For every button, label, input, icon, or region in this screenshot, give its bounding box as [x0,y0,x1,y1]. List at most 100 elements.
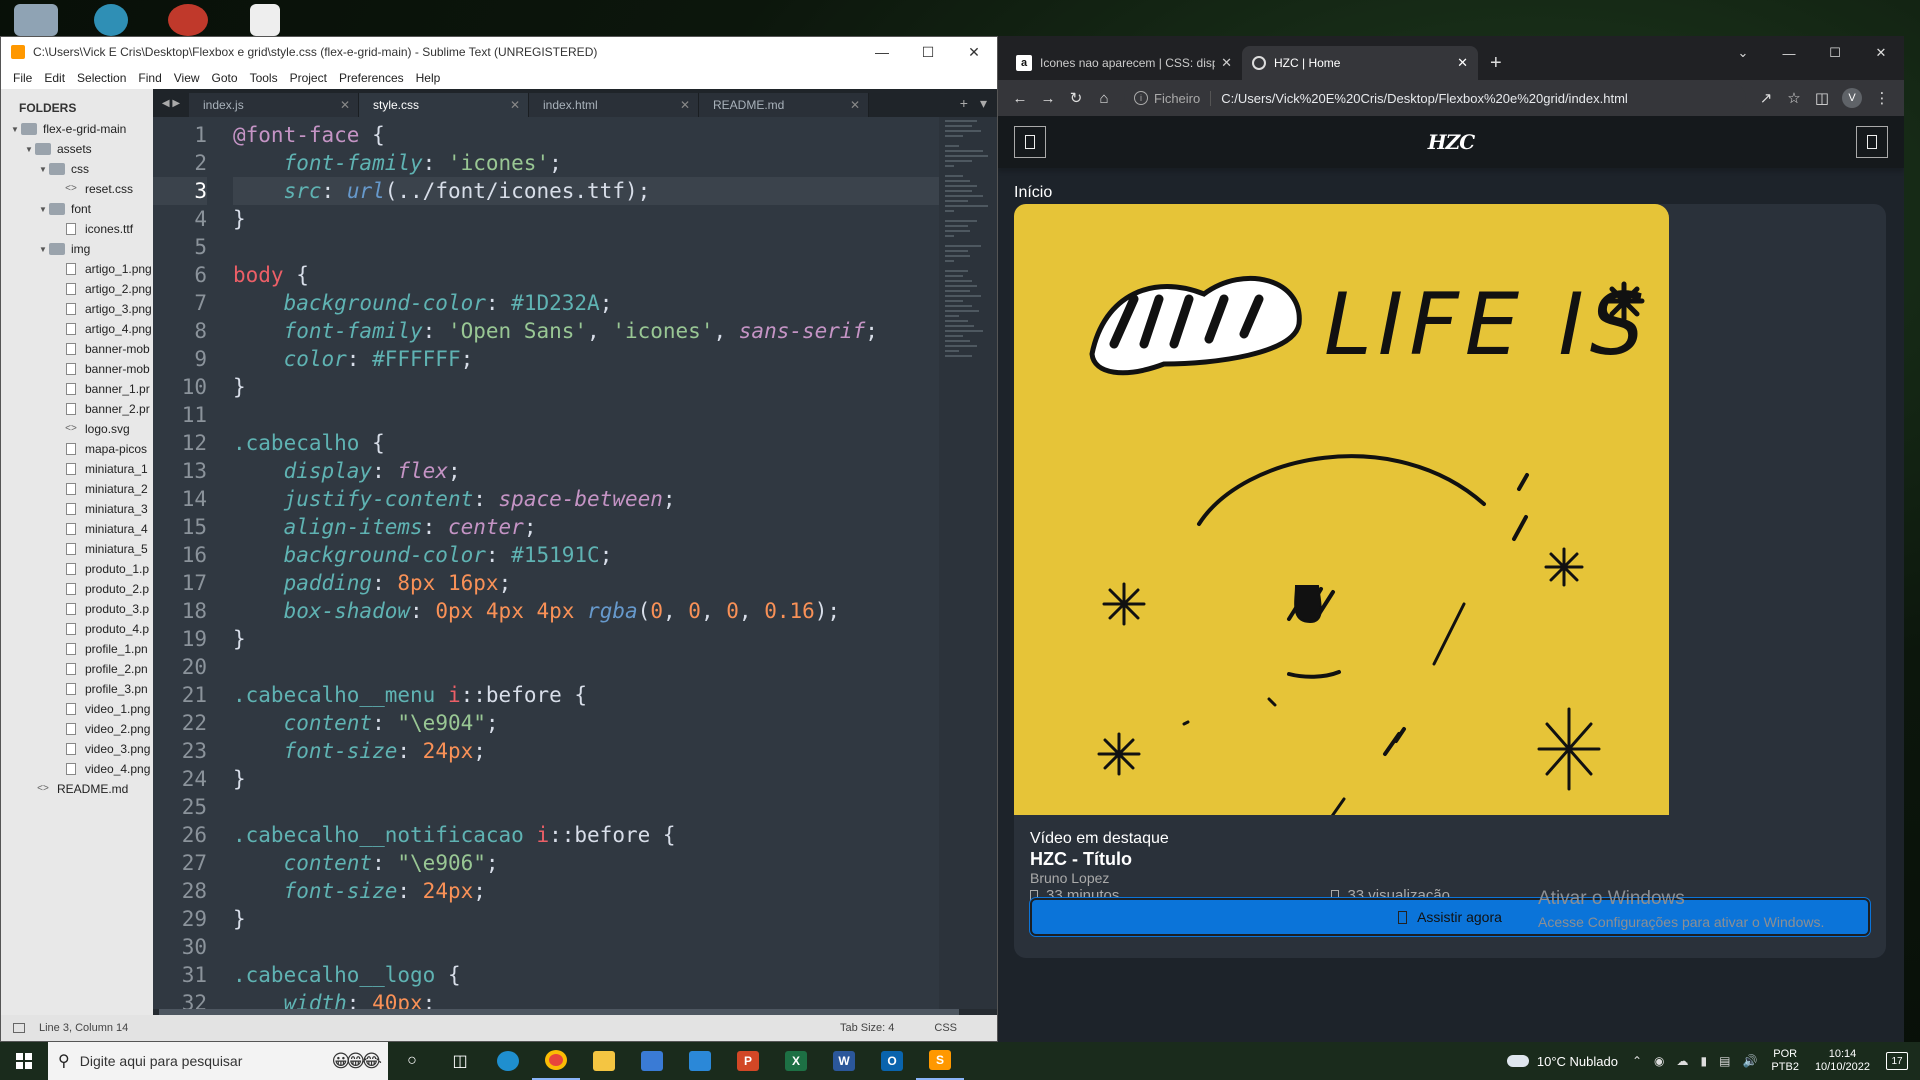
code-line[interactable]: justify-content: space-between; [233,485,939,513]
tab-close-icon[interactable]: ✕ [1457,55,1468,71]
tree-file[interactable]: <> README.md [1,779,153,799]
code-line[interactable]: .cabecalho__notificacao i::before { [233,821,939,849]
chrome-taskbar-icon[interactable] [532,1042,580,1080]
tree-folder[interactable]: ▼ css [1,159,153,179]
close-button[interactable]: ✕ [1858,36,1904,70]
weather-text[interactable]: 10°C Nublado [1537,1054,1618,1069]
tab-index-html[interactable]: index.html ✕ [529,93,699,117]
tree-file[interactable]: miniatura_1 [1,459,153,479]
tree-file[interactable]: produto_4.p [1,619,153,639]
store-icon[interactable] [628,1042,676,1080]
code-line[interactable]: align-items: center; [233,513,939,541]
menu-tools[interactable]: Tools [244,71,284,85]
code-line[interactable]: body { [233,261,939,289]
new-tab-plus-icon[interactable]: + [960,95,968,111]
code-line[interactable] [233,233,939,261]
code-line[interactable]: font-family: 'Open Sans', 'icones', sans… [233,317,939,345]
site-logo[interactable]: HZC [1428,130,1475,154]
tree-file[interactable]: banner-mob [1,359,153,379]
tab-list-chevron-icon[interactable]: ▾ [980,95,987,112]
menu-preferences[interactable]: Preferences [333,71,410,85]
menu-help[interactable]: Help [410,71,447,85]
code-line[interactable]: content: "\e906"; [233,849,939,877]
chrome-tab-icones[interactable]: a Icones nao aparecem | CSS: disp ✕ [1006,46,1242,80]
featured-video-thumbnail[interactable]: LIFE IS ... [1014,204,1778,821]
code-line[interactable] [233,401,939,429]
new-tab-button[interactable]: + [1478,46,1514,80]
tree-file[interactable]: artigo_3.png [1,299,153,319]
disclosure-triangle-icon[interactable]: ▼ [37,165,49,174]
tree-file[interactable]: profile_3.pn [1,679,153,699]
code-line[interactable]: font-size: 24px; [233,877,939,905]
tree-file[interactable]: video_2.png [1,719,153,739]
forward-arrow-icon[interactable]: → [1034,84,1062,112]
tray-app-icon[interactable]: ◉ [1654,1054,1664,1068]
code-line[interactable]: background-color: #1D232A; [233,289,939,317]
search-highlight-emoji-icon[interactable]: 😀😁😂 [331,1051,382,1072]
tab-nav-arrows[interactable]: ◀ ▶ [153,89,189,117]
volume-icon[interactable]: 🔊 [1742,1054,1757,1068]
tree-folder[interactable]: ▼ assets [1,139,153,159]
tree-file[interactable]: profile_1.pn [1,639,153,659]
maximize-button[interactable]: ☐ [905,37,951,67]
tree-file[interactable]: video_1.png [1,699,153,719]
url-text[interactable]: C:/Users/Vick%20E%20Cris/Desktop/Flexbox… [1221,91,1736,106]
info-icon[interactable]: i [1134,91,1148,105]
tree-file[interactable]: miniatura_2 [1,479,153,499]
code-line[interactable]: .cabecalho { [233,429,939,457]
cloud-sync-icon[interactable]: ☁ [1677,1054,1689,1068]
input-language[interactable]: POR PTB2 [1771,1048,1799,1074]
code-line[interactable]: .cabecalho__menu i::before { [233,681,939,709]
tab-close-icon[interactable]: ✕ [850,98,860,112]
tab-style-css[interactable]: style.css ✕ [359,93,529,117]
tab-size[interactable]: Tab Size: 4 [840,1022,894,1034]
tree-file[interactable]: miniatura_3 [1,499,153,519]
tab-search-chevron-icon[interactable]: ⌄ [1720,36,1766,70]
menu-view[interactable]: View [168,71,206,85]
code-line[interactable]: font-size: 24px; [233,737,939,765]
code-line[interactable]: box-shadow: 0px 4px 4px rgba(0, 0, 0, 0.… [233,597,939,625]
maximize-button[interactable]: ☐ [1812,36,1858,70]
tree-file[interactable]: produto_3.p [1,599,153,619]
panel-toggle-icon[interactable] [13,1023,25,1033]
tree-file[interactable]: <> reset.css [1,179,153,199]
code-line[interactable] [233,653,939,681]
code-line[interactable]: display: flex; [233,457,939,485]
tree-file[interactable]: profile_2.pn [1,659,153,679]
disclosure-triangle-icon[interactable]: ▼ [9,125,21,134]
omnibox[interactable]: i Ficheiro C:/Users/Vick%20E%20Cris/Desk… [1124,84,1746,112]
tab-readme-md[interactable]: README.md ✕ [699,93,869,117]
file-explorer-icon[interactable] [580,1042,628,1080]
minimize-button[interactable]: — [859,37,905,67]
code-line[interactable]: } [233,765,939,793]
document-shortcut-icon[interactable] [250,4,280,36]
menu-project[interactable]: Project [284,71,333,85]
disclosure-triangle-icon[interactable]: ▼ [23,145,35,154]
network-tray-icon[interactable]: ▤ [1719,1054,1730,1068]
app-shortcut-icon[interactable] [168,4,208,36]
tree-file[interactable]: icones.ttf [1,219,153,239]
tree-file[interactable]: video_3.png [1,739,153,759]
tray-chevron-icon[interactable]: ⌃ [1632,1054,1642,1068]
tab-close-icon[interactable]: ✕ [680,98,690,112]
tree-file[interactable]: miniatura_5 [1,539,153,559]
menu-file[interactable]: File [7,71,38,85]
cloud-weather-icon[interactable] [1506,1055,1529,1067]
share-icon[interactable]: ↗ [1752,84,1780,112]
code-line[interactable]: } [233,373,939,401]
code-line[interactable]: color: #FFFFFF; [233,345,939,373]
outlook-icon[interactable]: O [868,1042,916,1080]
tree-file[interactable]: banner_2.pr [1,399,153,419]
code-line[interactable] [233,793,939,821]
code-line[interactable]: .cabecalho__logo { [233,961,939,989]
tree-folder[interactable]: ▼ flex-e-grid-main [1,119,153,139]
kebab-menu-icon[interactable]: ⋮ [1868,84,1896,112]
cortana-icon[interactable]: ○ [388,1042,436,1080]
minimize-button[interactable]: — [1766,36,1812,70]
tree-file[interactable]: video_4.png [1,759,153,779]
tree-folder[interactable]: ▼ font [1,199,153,219]
tree-file[interactable]: banner-mob [1,339,153,359]
syntax-label[interactable]: CSS [934,1022,957,1034]
menu-find[interactable]: Find [132,71,167,85]
word-icon[interactable]: W [820,1042,868,1080]
